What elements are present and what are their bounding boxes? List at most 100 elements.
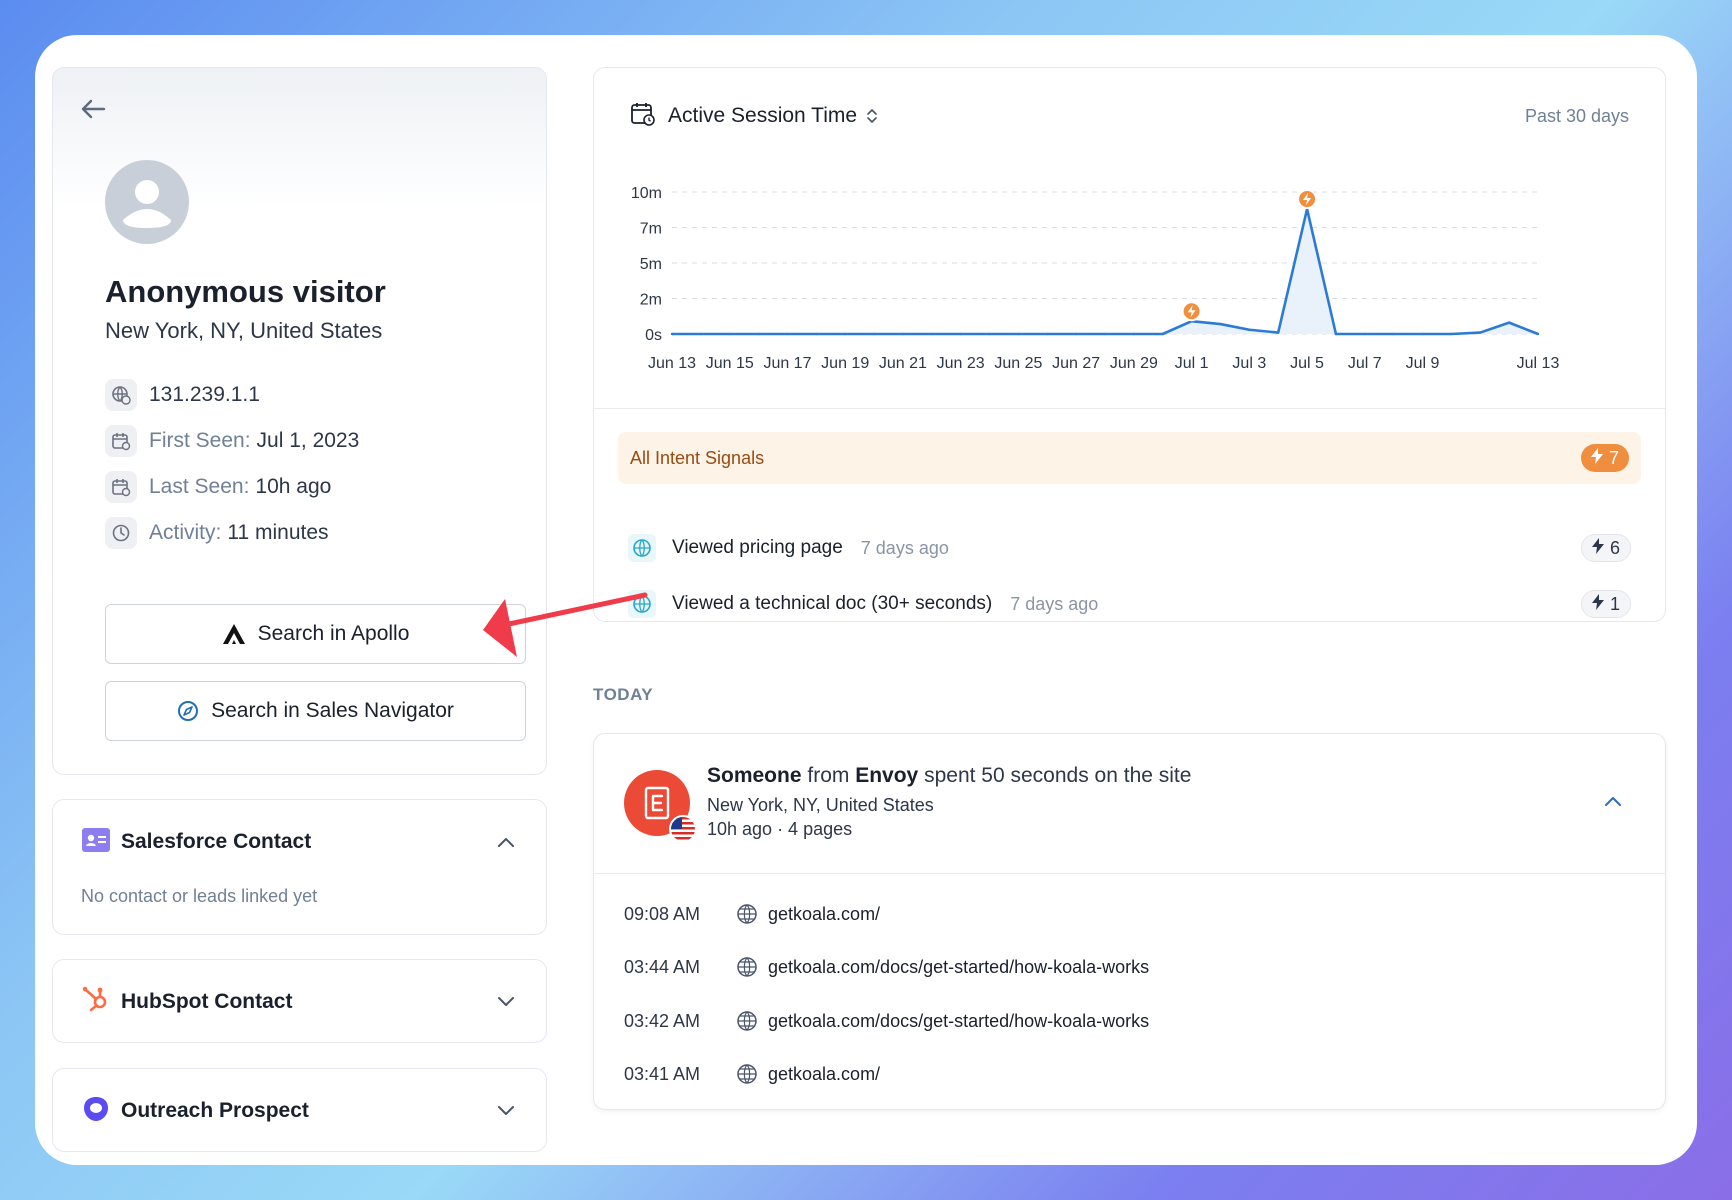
data-point <box>988 332 991 336</box>
session-summary: Someone from Envoy spent 50 seconds on t… <box>707 764 1191 788</box>
y-tick-label: 7m <box>640 221 662 238</box>
compass-icon <box>177 700 199 722</box>
data-point <box>1536 332 1540 336</box>
outreach-prospect-header[interactable]: Outreach Prospect <box>81 1069 518 1153</box>
chart-header: Active Session Time Past 30 days <box>630 96 1629 136</box>
data-point <box>1421 332 1424 336</box>
data-point <box>959 332 962 336</box>
data-point <box>1219 322 1222 326</box>
x-tick-label: Jun 21 <box>879 355 927 372</box>
first-seen-label: First Seen: <box>149 429 251 452</box>
x-tick-label: Jun 17 <box>763 355 811 372</box>
activity-value: 11 minutes <box>227 521 329 544</box>
outreach-prospect-card: Outreach Prospect <box>52 1068 547 1152</box>
apollo-logo-icon <box>222 623 246 645</box>
first-seen-value: Jul 1, 2023 <box>256 429 360 452</box>
globe-lock-icon <box>105 379 137 411</box>
data-point <box>1017 332 1020 336</box>
ip-address: 131.239.1.1 <box>149 383 260 406</box>
visit-time: 09:08 AM <box>624 903 701 924</box>
page-visit-row: 03:42 AM getkoala.com/docs/get-started/h… <box>624 1004 1149 1038</box>
web-globe-icon <box>628 534 656 562</box>
y-tick-label: 5m <box>640 256 662 273</box>
hubspot-contact-card: HubSpot Contact <box>52 959 547 1043</box>
salesforce-contact-card: Salesforce Contact No contact or leads l… <box>52 799 547 935</box>
visit-url[interactable]: getkoala.com/ <box>768 904 880 925</box>
clock-icon <box>105 517 137 549</box>
data-point <box>844 332 847 336</box>
signal-count-badge: 1 <box>1580 590 1631 618</box>
data-point <box>1277 331 1280 334</box>
first-seen-row: First Seen: Jul 1, 2023 <box>105 424 359 458</box>
data-point <box>815 332 818 336</box>
annotation-arrow <box>483 592 648 657</box>
visit-url[interactable]: getkoala.com/ <box>768 1064 880 1085</box>
search-apollo-label: Search in Apollo <box>257 622 410 645</box>
last-seen-label: Last Seen: <box>149 475 250 498</box>
x-tick-label: Jul 9 <box>1406 355 1440 372</box>
page-visit-row: 03:41 AM getkoala.com/ <box>624 1057 880 1091</box>
salesforce-contact-header[interactable]: Salesforce Contact <box>81 800 518 884</box>
signal-time: 7 days ago <box>1010 593 1099 614</box>
data-point <box>1132 332 1136 336</box>
today-section-label: TODAY <box>593 685 654 704</box>
y-tick-label: 10m <box>631 185 662 202</box>
data-point <box>1334 332 1338 336</box>
x-tick-label: Jun 13 <box>648 355 696 372</box>
session-card: Someone from Envoy spent 50 seconds on t… <box>593 733 1666 1110</box>
calendar-clock-icon <box>630 101 656 132</box>
data-point <box>699 332 703 336</box>
salesforce-empty-text: No contact or leads linked yet <box>81 886 318 906</box>
intent-signals-title: All Intent Signals <box>630 447 765 468</box>
page-visit-row: 09:08 AM getkoala.com/ <box>624 897 880 931</box>
hubspot-contact-title: HubSpot Contact <box>121 990 293 1013</box>
visit-time: 03:44 AM <box>624 956 701 977</box>
data-point <box>728 332 731 336</box>
sort-toggle-icon[interactable] <box>865 107 879 125</box>
calendar-icon <box>105 471 137 503</box>
hubspot-contact-header[interactable]: HubSpot Contact <box>81 960 518 1044</box>
bolt-icon <box>1591 593 1604 615</box>
visit-url[interactable]: getkoala.com/docs/get-started/how-koala-… <box>768 1011 1149 1032</box>
session-person: Someone <box>707 764 802 787</box>
x-tick-label: Jul 7 <box>1348 355 1382 372</box>
x-tick-label: Jul 1 <box>1175 355 1209 372</box>
globe-icon <box>736 1063 758 1085</box>
signal-item[interactable]: Viewed a technical doc (30+ seconds) 7 d… <box>628 586 1631 622</box>
outreach-icon <box>81 1094 111 1129</box>
activity-row: Activity: 11 minutes <box>105 516 329 550</box>
bolt-icon <box>1591 537 1604 559</box>
visitor-name: Anonymous visitor <box>105 274 386 309</box>
chevron-up-icon[interactable] <box>494 830 518 854</box>
chevron-up-icon[interactable] <box>1601 790 1625 814</box>
signal-count-badge: 6 <box>1580 534 1631 562</box>
chevron-down-icon[interactable] <box>494 990 518 1014</box>
data-point <box>1479 331 1482 334</box>
signal-item[interactable]: Viewed pricing page 7 days ago 6 <box>628 530 1631 566</box>
session-location: New York, NY, United States <box>707 795 934 815</box>
intent-signals-header[interactable]: All Intent Signals 7 <box>618 432 1641 484</box>
y-tick-label: 0s <box>645 327 662 344</box>
data-point <box>1450 332 1453 336</box>
signal-text: Viewed a technical doc (30+ seconds) <box>672 593 993 614</box>
x-tick-label: Jul 3 <box>1232 355 1266 372</box>
session-company[interactable]: Envoy <box>855 764 918 787</box>
chevron-down-icon[interactable] <box>494 1099 518 1123</box>
data-point <box>1103 332 1107 336</box>
globe-icon <box>736 903 758 925</box>
signal-text: Viewed pricing page <box>672 537 843 558</box>
hubspot-icon <box>81 985 111 1020</box>
chart-title[interactable]: Active Session Time <box>668 104 857 128</box>
ip-row: 131.239.1.1 <box>105 378 260 412</box>
back-arrow-icon[interactable] <box>78 94 108 124</box>
date-range-selector[interactable]: Past 30 days <box>1525 106 1629 127</box>
calendar-icon <box>105 425 137 457</box>
app-window: Anonymous visitor New York, NY, United S… <box>35 35 1697 1165</box>
globe-icon <box>736 1010 758 1032</box>
visit-url[interactable]: getkoala.com/docs/get-started/how-koala-… <box>768 957 1149 978</box>
x-tick-label: Jun 23 <box>937 355 985 372</box>
session-duration-text: spent 50 seconds on the site <box>924 764 1192 787</box>
visit-time: 03:42 AM <box>624 1010 701 1031</box>
search-sales-navigator-button[interactable]: Search in Sales Navigator <box>105 681 526 741</box>
us-flag-icon <box>669 815 697 843</box>
